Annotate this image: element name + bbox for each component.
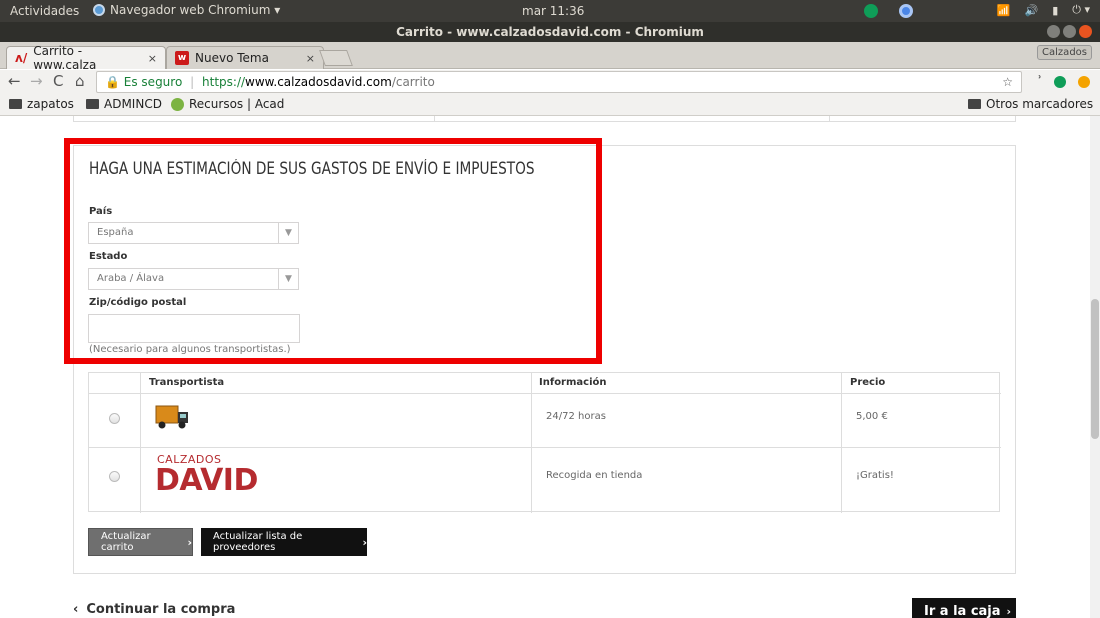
folder-icon bbox=[86, 99, 99, 109]
bookmark-other[interactable]: Otros marcadores bbox=[968, 97, 1093, 111]
profile-button[interactable]: Calzados bbox=[1037, 45, 1092, 60]
carrier-2-info: Recogida en tienda bbox=[546, 470, 643, 481]
os-top-bar: Actividades Navegador web Chromium ▾ mar… bbox=[0, 0, 1100, 22]
folder-icon bbox=[9, 99, 22, 109]
carrier-2-price: ¡Gratis! bbox=[856, 470, 894, 481]
update-cart-label: Actualizar carrito bbox=[101, 531, 151, 553]
carrier-table: Transportista Información Precio 24/72 h… bbox=[88, 372, 1001, 513]
chevron-left-icon: ‹ bbox=[73, 602, 79, 617]
tab-carrito[interactable]: ʌ/ Carrito - www.calza × bbox=[6, 44, 166, 72]
bookmark-label: zapatos bbox=[27, 97, 74, 111]
power-icon[interactable]: ⏻ ▾ bbox=[1072, 3, 1090, 17]
carrier-1-info: 24/72 horas bbox=[546, 411, 606, 422]
header-carrier: Transportista bbox=[149, 377, 225, 388]
extension-icons: ʾ bbox=[1037, 74, 1090, 89]
header-info: Información bbox=[539, 377, 607, 388]
home-icon[interactable]: ⌂ bbox=[75, 72, 85, 90]
window-title: Carrito - www.calzadosdavid.com - Chromi… bbox=[0, 22, 1100, 42]
page-scrollbar[interactable] bbox=[1090, 116, 1100, 618]
bookmark-label: Otros marcadores bbox=[986, 97, 1094, 111]
bookmark-zapatos[interactable]: zapatos bbox=[9, 97, 74, 111]
activities-button[interactable]: Actividades bbox=[10, 4, 79, 18]
tab-close-icon[interactable]: × bbox=[148, 52, 157, 65]
tab-label: Nuevo Tema bbox=[195, 51, 269, 65]
url-host: www.calzadosdavid.com bbox=[245, 75, 392, 89]
clock[interactable]: mar 11:36 bbox=[522, 4, 584, 18]
url-path: /carrito bbox=[391, 75, 435, 89]
secure-label: Es seguro bbox=[123, 75, 183, 89]
update-carriers-label: Actualizar lista de proveedores bbox=[213, 531, 303, 553]
bookmark-star-icon[interactable]: ☆ bbox=[1002, 72, 1013, 92]
carrier-1-price: 5,00 € bbox=[856, 411, 888, 422]
lock-icon[interactable]: 🔒 bbox=[105, 75, 120, 89]
toolbar: ← → C ⌂ 🔒 Es seguro | https://www.calzad… bbox=[0, 70, 1100, 94]
recursos-favicon-icon bbox=[171, 97, 184, 111]
warning-extension-icon[interactable] bbox=[1078, 75, 1090, 88]
volume-icon[interactable]: 🔊 bbox=[1025, 4, 1039, 17]
header-price: Precio bbox=[850, 377, 886, 388]
calzados-david-logo: CALZADOS DAVID bbox=[155, 453, 258, 498]
bookmark-recursos[interactable]: Recursos | Acad bbox=[171, 97, 284, 111]
battery-icon[interactable]: ▮ bbox=[1052, 4, 1058, 17]
continue-shopping-link[interactable]: ‹ Continuar la compra bbox=[73, 602, 235, 617]
hangouts-icon[interactable] bbox=[864, 4, 878, 18]
minimize-icon[interactable] bbox=[1047, 25, 1060, 38]
reload-icon[interactable]: C bbox=[53, 72, 63, 90]
update-cart-button[interactable]: Actualizar carrito › bbox=[88, 528, 193, 556]
chevron-right-icon: › bbox=[362, 535, 367, 549]
checkout-button[interactable]: Ir a la caja › bbox=[912, 598, 1016, 618]
bookmark-label: ADMINCD bbox=[104, 97, 162, 111]
previous-table-bottom bbox=[73, 116, 1016, 122]
tab-label: Carrito - www.calza bbox=[33, 44, 97, 72]
carrier-radio-2[interactable] bbox=[109, 471, 120, 482]
carrier-table-header: Transportista Información Precio bbox=[89, 373, 1001, 394]
forward-icon[interactable]: → bbox=[30, 72, 43, 90]
app-menu[interactable]: Navegador web Chromium ▾ bbox=[93, 3, 280, 17]
extension-icon[interactable]: ʾ bbox=[1037, 74, 1042, 89]
bookmarks-bar: zapatos ADMINCD Recursos | Acad Otros ma… bbox=[0, 94, 1100, 116]
wordpress-favicon-icon: w bbox=[175, 51, 189, 65]
system-tray[interactable]: 📶 🔊 ▮ ⏻ ▾ bbox=[997, 3, 1090, 17]
new-tab-button[interactable] bbox=[319, 50, 353, 66]
tab-close-icon[interactable]: × bbox=[306, 52, 315, 65]
window-controls[interactable] bbox=[1047, 25, 1092, 38]
page-content: HAGA UNA ESTIMACIÓN DE SUS GASTOS DE ENV… bbox=[0, 116, 1090, 618]
highlight-box bbox=[64, 138, 602, 364]
address-bar[interactable]: 🔒 Es seguro | https://www.calzadosdavid.… bbox=[96, 71, 1022, 93]
tab-strip: ʌ/ Carrito - www.calza × w Nuevo Tema × … bbox=[0, 42, 1100, 72]
wifi-icon[interactable]: 📶 bbox=[997, 4, 1011, 17]
scrollbar-thumb[interactable] bbox=[1091, 299, 1099, 439]
address-separator: | bbox=[190, 75, 195, 89]
checkout-label: Ir a la caja bbox=[924, 603, 1001, 618]
continue-shopping-label: Continuar la compra bbox=[86, 602, 236, 617]
chrome-icon[interactable] bbox=[899, 4, 913, 18]
bookmark-admincd[interactable]: ADMINCD bbox=[86, 97, 162, 111]
carrier-radio-1[interactable] bbox=[109, 413, 120, 424]
back-icon[interactable]: ← bbox=[8, 72, 21, 90]
maximize-icon[interactable] bbox=[1063, 25, 1076, 38]
tab-nuevo-tema[interactable]: w Nuevo Tema × bbox=[166, 46, 324, 69]
calzados-favicon-icon: ʌ/ bbox=[15, 51, 28, 65]
truck-icon bbox=[155, 405, 188, 429]
app-menu-label: Navegador web Chromium ▾ bbox=[110, 3, 281, 17]
update-carriers-button[interactable]: Actualizar lista de proveedores › bbox=[201, 528, 367, 556]
bookmark-label: Recursos | Acad bbox=[189, 97, 285, 111]
folder-icon bbox=[968, 99, 981, 109]
url-scheme: https:// bbox=[202, 75, 246, 89]
chevron-right-icon: › bbox=[1006, 604, 1012, 618]
chromium-icon bbox=[93, 4, 105, 16]
close-window-icon[interactable] bbox=[1079, 25, 1092, 38]
hangouts-extension-icon[interactable] bbox=[1054, 75, 1066, 88]
chevron-right-icon: › bbox=[187, 535, 192, 549]
